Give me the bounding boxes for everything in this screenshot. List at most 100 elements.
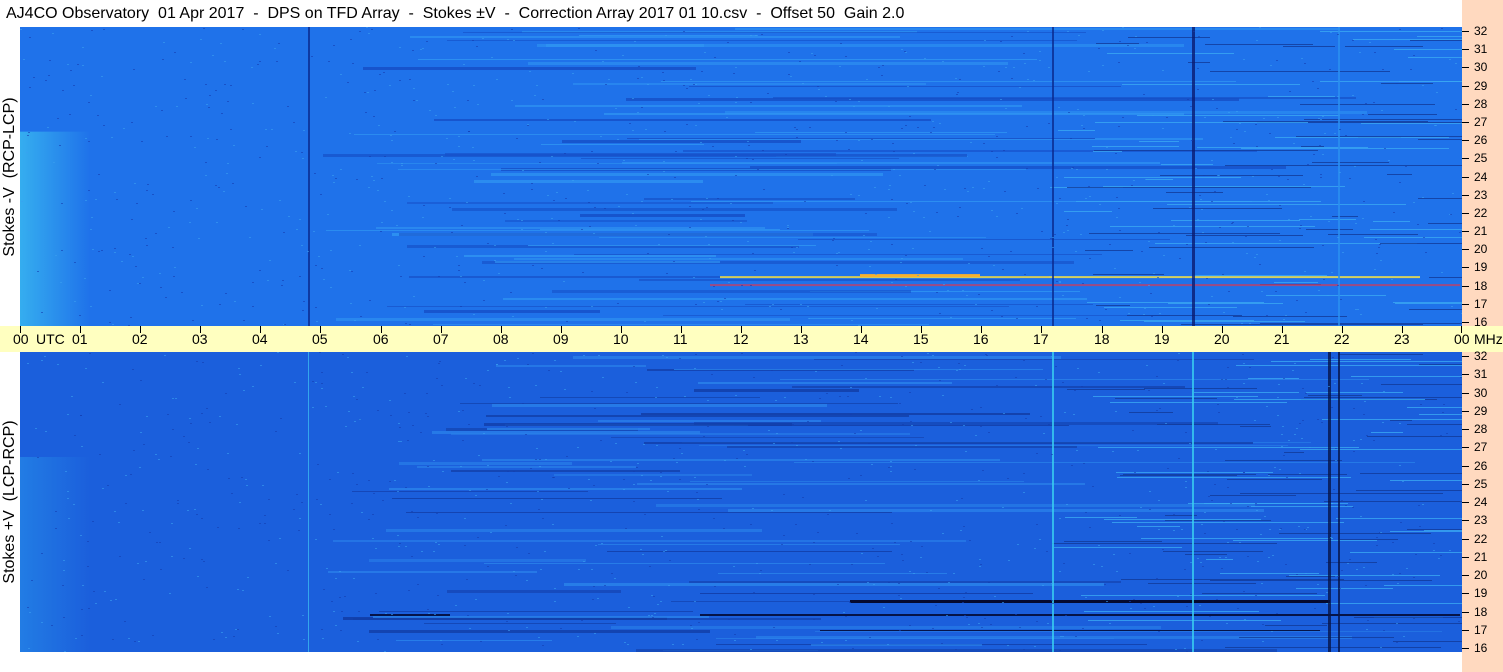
noise-pixel (112, 639, 114, 640)
interference-line (370, 614, 450, 616)
noise-pixel (1367, 620, 1369, 621)
noise-pixel (1119, 41, 1121, 42)
spectrogram-streak (1205, 44, 1313, 45)
noise-pixel (354, 421, 356, 422)
spectrogram-band (611, 437, 924, 438)
noise-pixel (1318, 290, 1320, 291)
spectrogram-vertical-line (1338, 27, 1340, 326)
noise-pixel (668, 585, 670, 586)
bottom-freq-tick (1462, 612, 1469, 613)
noise-pixel (825, 96, 827, 97)
noise-pixel (342, 354, 344, 355)
noise-pixel (1059, 518, 1061, 519)
bottom-spectrogram (20, 352, 1462, 652)
noise-pixel (637, 78, 639, 79)
noise-pixel (1335, 448, 1337, 449)
noise-pixel (898, 595, 900, 596)
noise-pixel (899, 403, 901, 404)
noise-pixel (1326, 592, 1328, 593)
noise-pixel (985, 354, 987, 355)
noise-pixel (1285, 564, 1287, 565)
spectrogram-band (627, 138, 1095, 139)
spectrogram-band (639, 279, 1020, 281)
noise-pixel (1173, 225, 1175, 226)
noise-pixel (190, 423, 192, 424)
noise-pixel (849, 99, 851, 100)
noise-pixel (1015, 377, 1017, 378)
spectrogram-streak (1265, 625, 1327, 626)
noise-pixel (172, 429, 174, 430)
spectrogram-streak (1271, 361, 1462, 362)
spectrogram-band (326, 230, 869, 231)
noise-pixel (652, 617, 654, 618)
top-frequency-scale: 16 17 18 19 20 21 22 23 24 25 26 27 28 29 30 31 32 (1462, 0, 1503, 328)
noise-pixel (242, 590, 244, 591)
noise-pixel (890, 466, 892, 467)
noise-pixel (996, 216, 998, 217)
noise-pixel (283, 232, 285, 233)
noise-pixel (399, 47, 401, 48)
noise-pixel (879, 396, 881, 397)
spectrogram-streak (1098, 447, 1359, 448)
noise-pixel (435, 542, 437, 543)
spectrogram-streak (1093, 396, 1258, 397)
spectrogram-streak (1367, 436, 1462, 437)
noise-pixel (527, 124, 529, 125)
noise-pixel (552, 243, 554, 244)
noise-pixel (265, 129, 267, 130)
noise-pixel (988, 256, 990, 257)
noise-pixel (1204, 512, 1206, 513)
noise-pixel (1324, 133, 1326, 134)
noise-pixel (583, 561, 585, 562)
noise-pixel (347, 82, 349, 83)
noise-pixel (861, 160, 863, 161)
noise-pixel (805, 459, 807, 460)
noise-pixel (469, 490, 471, 491)
spectrogram-streak (1116, 472, 1273, 473)
noise-pixel (183, 436, 185, 437)
noise-pixel (462, 440, 464, 441)
noise-pixel (996, 157, 998, 158)
noise-pixel (901, 554, 903, 555)
noise-pixel (1275, 291, 1277, 292)
noise-pixel (1208, 496, 1210, 497)
spectrogram-streak (1127, 315, 1242, 316)
noise-pixel (57, 364, 59, 365)
spectrogram-streak (1185, 554, 1227, 555)
noise-pixel (578, 569, 580, 570)
spectrogram-streak (1268, 474, 1347, 475)
noise-pixel (1004, 191, 1006, 192)
noise-pixel (219, 304, 221, 305)
noise-pixel (1197, 558, 1199, 559)
noise-pixel (684, 396, 686, 397)
noise-pixel (933, 127, 935, 128)
spectrogram-band (496, 365, 646, 367)
noise-pixel (1223, 312, 1225, 313)
spectrogram-band (398, 169, 1026, 170)
noise-pixel (333, 611, 335, 612)
noise-pixel (1068, 112, 1070, 113)
noise-pixel (473, 160, 475, 161)
noise-pixel (1360, 314, 1362, 315)
noise-pixel (1236, 397, 1238, 398)
noise-pixel (1081, 386, 1083, 387)
noise-pixel (728, 282, 730, 283)
noise-pixel (472, 40, 474, 41)
noise-pixel (449, 207, 451, 208)
noise-pixel (826, 393, 828, 394)
noise-pixel (972, 187, 974, 188)
noise-pixel (660, 476, 662, 477)
noise-pixel (356, 399, 358, 400)
spectrogram-streak (1240, 426, 1271, 427)
noise-pixel (296, 494, 298, 495)
noise-pixel (946, 615, 948, 616)
spectrogram-vertical-line (1052, 352, 1054, 652)
noise-pixel (194, 509, 196, 510)
spectrogram-band (607, 551, 892, 552)
noise-pixel (274, 48, 276, 49)
noise-pixel (1199, 605, 1201, 606)
noise-pixel (201, 559, 203, 560)
noise-pixel (167, 414, 169, 415)
noise-pixel (1187, 99, 1189, 100)
noise-pixel (301, 152, 303, 153)
